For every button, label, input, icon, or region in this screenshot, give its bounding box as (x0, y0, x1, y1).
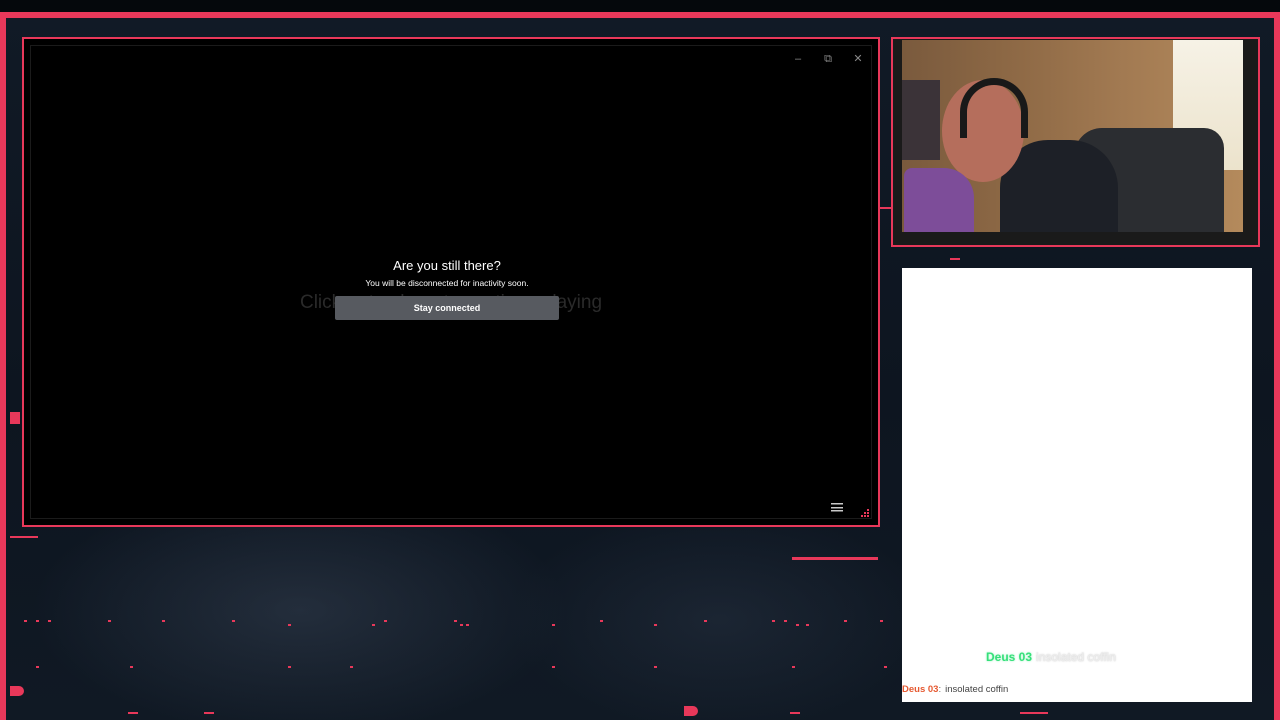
minimize-icon[interactable]: – (793, 52, 803, 66)
decorative-tick (654, 666, 657, 668)
decorative-tick (384, 620, 387, 622)
decorative-tick (466, 624, 469, 626)
frame-accent (792, 557, 878, 560)
frame-accent (1020, 712, 1048, 714)
chat-panel: Deus 03 insolated coffin Deus 03: insolate… (902, 268, 1252, 702)
decorative-tick (162, 620, 165, 622)
inactivity-dialog: Are you still there? You will be disconn… (331, 258, 563, 320)
frame-accent (684, 706, 698, 716)
decorative-tick (600, 620, 603, 622)
frame-accent (790, 712, 800, 714)
chat-message-text: insolated coffin (1036, 650, 1116, 664)
decorative-tick (288, 624, 291, 626)
chat-username: Deus 03 (986, 650, 1033, 664)
decorative-tick (772, 620, 775, 622)
game-stream-window[interactable]: – ⧉ ✕ Click or tap here to continue play… (30, 45, 872, 519)
decorative-tick (654, 624, 657, 626)
decorative-tick (108, 620, 111, 622)
chat-username: Deus 03 (902, 684, 939, 695)
frame-accent (128, 712, 138, 714)
frame-accent (10, 536, 38, 538)
frame-accent (10, 412, 20, 424)
decorative-tick (784, 620, 787, 622)
window-controls: – ⧉ ✕ (793, 52, 863, 66)
frame-accent (204, 712, 214, 714)
close-icon[interactable]: ✕ (853, 52, 863, 66)
decorative-tick (844, 620, 847, 622)
decorative-tick (232, 620, 235, 622)
decorative-tick (704, 620, 707, 622)
stay-connected-button[interactable]: Stay connected (335, 296, 559, 320)
chat-overlay-message: Deus 03 insolated coffin (986, 650, 1116, 664)
decorative-tick (792, 666, 795, 668)
decorative-tick (884, 666, 887, 668)
decorative-tick (460, 624, 463, 626)
decorative-tick (130, 666, 133, 668)
webcam-shadow (902, 80, 940, 160)
decorative-tick (36, 666, 39, 668)
restore-icon[interactable]: ⧉ (823, 52, 833, 66)
webcam-frame (891, 37, 1260, 247)
overlay-frame-left (0, 18, 6, 720)
decorative-tick (806, 624, 809, 626)
webcam-purple-object (904, 168, 974, 232)
decorative-tick (288, 666, 291, 668)
frame-accent (950, 258, 960, 260)
chat-separator: : (938, 684, 942, 695)
dialog-message: You will be disconnected for inactivity … (365, 278, 529, 288)
decorative-tick (796, 624, 799, 626)
webcam-feed (902, 40, 1243, 232)
headphones-icon (960, 78, 1028, 138)
decorative-tick (48, 620, 51, 622)
decorative-tick (880, 620, 883, 622)
decorative-tick (372, 624, 375, 626)
frame-accent (10, 686, 24, 696)
decorative-tick (552, 624, 555, 626)
decorative-tick (350, 666, 353, 668)
chat-message-text: insolated coffin (945, 684, 1009, 695)
overlay-frame-right (1274, 18, 1280, 720)
overlay-frame-top (0, 12, 1280, 18)
decorative-tick (552, 666, 555, 668)
hamburger-menu-icon[interactable] (831, 502, 843, 512)
top-strip (0, 0, 1280, 12)
game-capture-frame: – ⧉ ✕ Click or tap here to continue play… (22, 37, 880, 527)
decorative-tick (454, 620, 457, 622)
resize-grip-icon[interactable] (861, 509, 869, 517)
dialog-title: Are you still there? (393, 258, 501, 273)
decorative-tick (36, 620, 39, 622)
decorative-tick (24, 620, 27, 622)
chat-message: Deus 03: insolated coffin (902, 684, 1008, 695)
